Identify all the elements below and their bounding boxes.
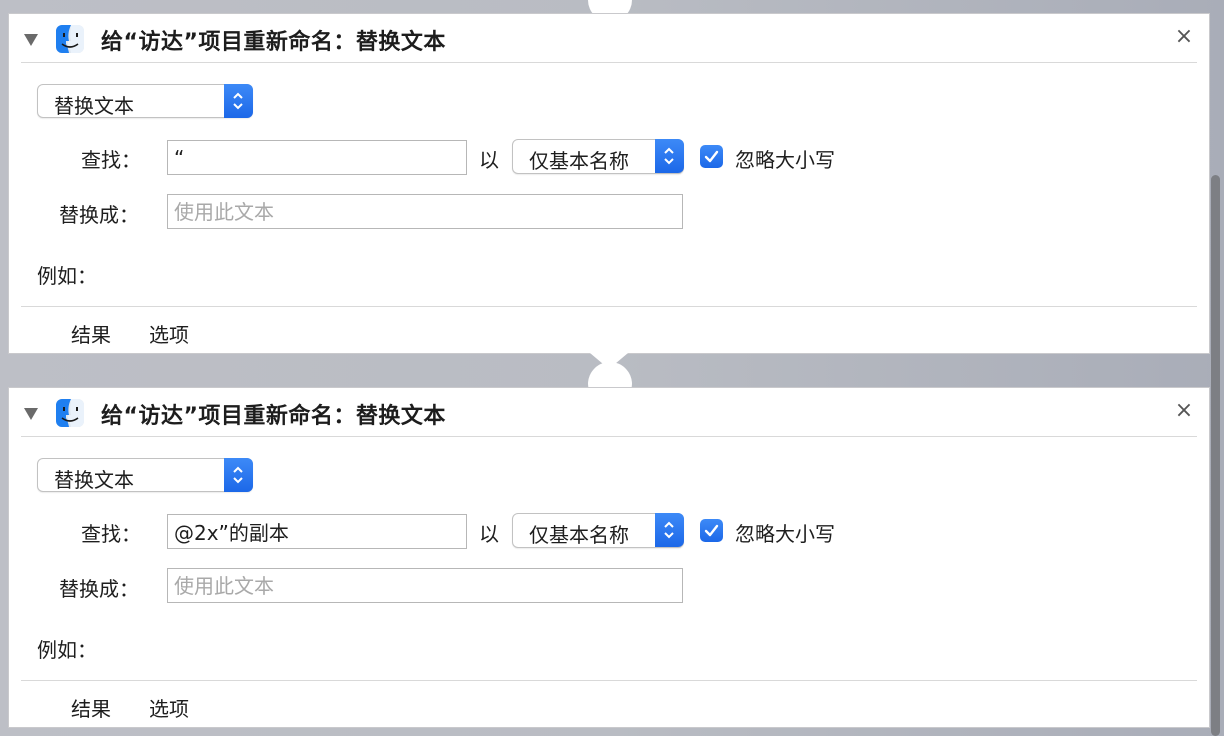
action-header: 给“访达”项目重新命名：替换文本 × [9, 14, 1209, 64]
replace-input[interactable] [167, 568, 683, 603]
disclosure-triangle-icon[interactable] [24, 408, 38, 420]
replace-input[interactable] [167, 194, 683, 229]
ignore-case-checkbox[interactable] [700, 519, 723, 542]
find-label: 查找： [81, 522, 141, 546]
scrollbar[interactable] [1211, 175, 1220, 736]
tab-options[interactable]: 选项 [149, 693, 189, 722]
checkmark-icon [704, 524, 719, 537]
action-title: 给“访达”项目重新命名：替换文本 [101, 404, 446, 429]
mode-popup-label: 替换文本 [54, 468, 134, 492]
ignore-case-checkbox[interactable] [700, 145, 723, 168]
finder-icon [56, 25, 84, 53]
scope-popup-button[interactable]: 仅基本名称 [512, 513, 684, 548]
popup-chevron-icon [655, 139, 684, 173]
action-title: 给“访达”项目重新命名：替换文本 [101, 30, 446, 55]
ignore-case-label[interactable]: 忽略大小写 [735, 144, 835, 173]
popup-chevron-icon [224, 458, 253, 492]
replace-label: 替换成： [59, 577, 139, 601]
scope-popup-button[interactable]: 仅基本名称 [512, 139, 684, 174]
with-label: 以 [479, 148, 499, 172]
close-icon[interactable]: × [1173, 26, 1195, 48]
with-label: 以 [479, 522, 499, 546]
finder-icon [56, 399, 84, 427]
header-divider [21, 62, 1197, 63]
find-input[interactable] [167, 140, 467, 175]
tab-results[interactable]: 结果 [71, 319, 111, 348]
mode-popup-label: 替换文本 [54, 94, 134, 118]
flow-notch [590, 353, 628, 369]
popup-chevron-icon [224, 84, 253, 118]
action-replace-text-2: 给“访达”项目重新命名：替换文本 × 替换文本 查找： 以 仅基本名称 忽略大小… [8, 387, 1210, 728]
replace-label: 替换成： [59, 203, 139, 227]
mode-popup-button[interactable]: 替换文本 [37, 84, 253, 118]
ignore-case-label[interactable]: 忽略大小写 [735, 518, 835, 547]
example-label: 例如： [37, 638, 97, 662]
disclosure-triangle-icon[interactable] [24, 34, 38, 46]
find-label: 查找： [81, 148, 141, 172]
mode-popup-button[interactable]: 替换文本 [37, 458, 253, 492]
tab-results[interactable]: 结果 [71, 693, 111, 722]
find-input[interactable] [167, 514, 467, 549]
action-replace-text-1: 给“访达”项目重新命名：替换文本 × 替换文本 查找： 以 仅基本名称 忽略大小… [8, 13, 1210, 354]
popup-chevron-icon [655, 513, 684, 547]
header-divider [21, 436, 1197, 437]
scope-popup-label: 仅基本名称 [529, 149, 629, 173]
scope-popup-label: 仅基本名称 [529, 523, 629, 547]
footer-divider [21, 306, 1197, 307]
checkmark-icon [704, 150, 719, 163]
action-header: 给“访达”项目重新命名：替换文本 × [9, 388, 1209, 438]
footer-divider [21, 680, 1197, 681]
close-icon[interactable]: × [1173, 400, 1195, 422]
tab-options[interactable]: 选项 [149, 319, 189, 348]
example-label: 例如： [37, 264, 97, 288]
